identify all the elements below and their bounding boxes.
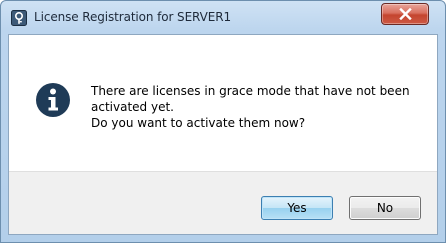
license-server-icon[interactable]: [11, 10, 27, 26]
window-title: License Registration for SERVER1: [34, 10, 231, 24]
no-button[interactable]: No: [349, 196, 421, 220]
message-line-1: There are licenses in grace mode that ha…: [91, 84, 410, 114]
yes-button[interactable]: Yes: [261, 196, 333, 220]
message-area: There are licenses in grace mode that ha…: [9, 35, 437, 171]
license-registration-dialog: License Registration for SERVER1 There a…: [0, 0, 446, 243]
dialog-message: There are licenses in grace mode that ha…: [91, 83, 431, 131]
message-line-2: Do you want to activate them now?: [91, 116, 306, 130]
dialog-body: There are licenses in grace mode that ha…: [8, 34, 438, 235]
title-bar[interactable]: License Registration for SERVER1: [1, 1, 445, 35]
close-icon: [399, 8, 412, 20]
info-icon: [35, 82, 71, 118]
button-bar: Yes No: [9, 171, 437, 234]
close-button[interactable]: [381, 3, 429, 25]
